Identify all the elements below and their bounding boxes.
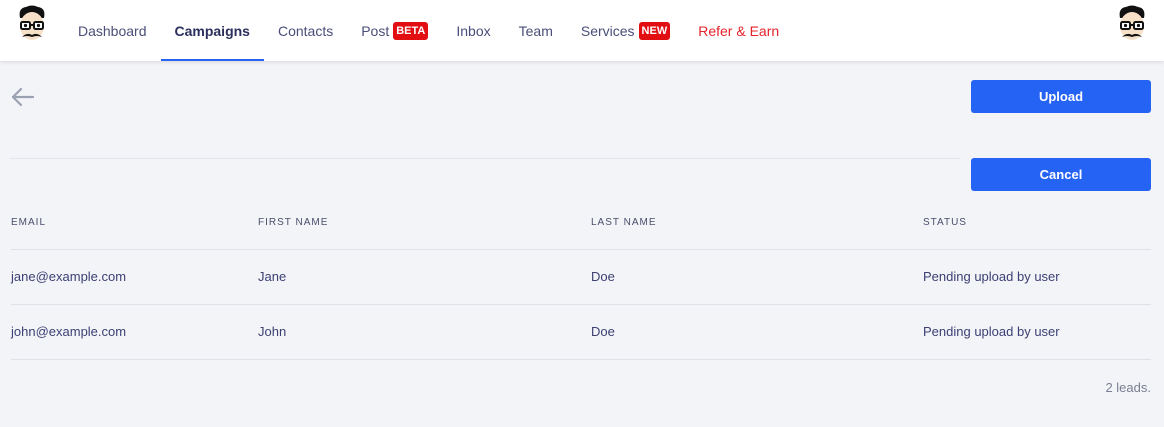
- nav-label: Post: [361, 22, 390, 39]
- nav-refer-earn[interactable]: Refer & Earn: [684, 0, 793, 61]
- nav-post[interactable]: Post BETA: [347, 0, 442, 61]
- column-header-email: EMAIL: [11, 197, 258, 250]
- nav-label: Team: [518, 22, 553, 39]
- table-row: jane@example.com Jane Doe Pending upload…: [11, 249, 1151, 305]
- nav-label: Services: [580, 22, 635, 39]
- section-divider: [10, 158, 960, 159]
- beta-badge: BETA: [393, 21, 429, 40]
- column-header-first-name: FIRST NAME: [258, 197, 591, 250]
- nav-label: Inbox: [456, 22, 491, 39]
- main-nav: Dashboard Campaigns Contacts Post BETA I…: [64, 0, 793, 61]
- cell-last-name: Doe: [591, 249, 923, 305]
- mustache-glasses-avatar-icon[interactable]: [12, 4, 52, 48]
- table-header-row: EMAIL FIRST NAME LAST NAME STATUS: [11, 197, 1151, 250]
- leads-table: EMAIL FIRST NAME LAST NAME STATUS jane@e…: [11, 197, 1151, 360]
- user-avatar-icon[interactable]: [1112, 4, 1152, 48]
- arrow-left-icon[interactable]: [10, 86, 36, 108]
- nav-inbox[interactable]: Inbox: [442, 0, 504, 61]
- cell-first-name: John: [258, 304, 591, 360]
- nav-dashboard[interactable]: Dashboard: [64, 0, 161, 61]
- nav-label: Dashboard: [78, 22, 147, 39]
- cell-first-name: Jane: [258, 249, 591, 305]
- nav-label: Refer & Earn: [698, 22, 780, 39]
- nav-campaigns[interactable]: Campaigns: [160, 0, 265, 61]
- cancel-button[interactable]: Cancel: [971, 158, 1151, 191]
- cell-email: john@example.com: [11, 304, 258, 360]
- column-header-last-name: LAST NAME: [591, 197, 923, 250]
- cell-email: jane@example.com: [11, 249, 258, 305]
- upload-button[interactable]: Upload: [971, 80, 1151, 113]
- cell-last-name: Doe: [591, 304, 923, 360]
- nav-label: Contacts: [277, 22, 334, 39]
- nav-label: Campaigns: [174, 22, 250, 39]
- top-navigation-bar: Dashboard Campaigns Contacts Post BETA I…: [0, 0, 1164, 61]
- nav-contacts[interactable]: Contacts: [264, 0, 347, 61]
- column-header-status: STATUS: [923, 197, 1151, 250]
- new-badge: NEW: [638, 21, 671, 40]
- table-row: john@example.com John Doe Pending upload…: [11, 304, 1151, 360]
- cell-status: Pending upload by user: [923, 249, 1151, 305]
- nav-team[interactable]: Team: [505, 0, 567, 61]
- leads-count: 2 leads.: [1105, 380, 1151, 395]
- nav-services[interactable]: Services NEW: [567, 0, 684, 61]
- cell-status: Pending upload by user: [923, 304, 1151, 360]
